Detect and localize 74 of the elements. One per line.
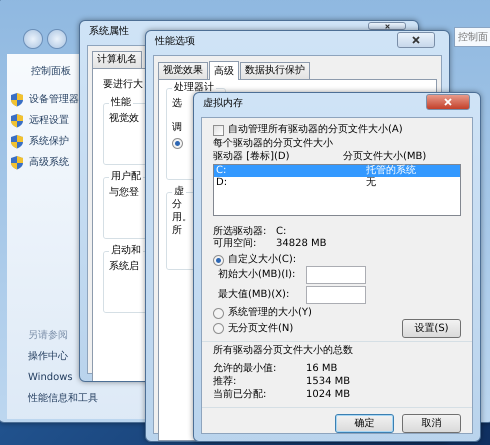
field-label: 当前已分配:	[213, 388, 268, 401]
column-header: 分页文件大小(MB)	[343, 151, 426, 163]
shield-icon	[10, 134, 24, 149]
group-text: 所	[172, 225, 182, 237]
field-value: 34828 MB	[276, 238, 326, 250]
radio-button[interactable]	[172, 138, 183, 149]
see-also-heading: 另请参阅	[28, 330, 68, 342]
field-label: 所选驱动器:	[213, 226, 268, 238]
input-field[interactable]	[306, 286, 366, 304]
group-text: 分	[172, 199, 182, 211]
group-text: 与您登	[109, 187, 139, 199]
home-link[interactable]: 控制面板	[31, 66, 71, 78]
group-title: 虚	[172, 186, 186, 198]
see-also-link[interactable]: Windows	[28, 372, 73, 384]
back-button[interactable]	[23, 29, 43, 49]
field-value: C:	[276, 226, 286, 238]
radio-button[interactable]	[213, 254, 224, 266]
field-value: 16 MB	[306, 362, 338, 375]
checkbox-label[interactable]: 自动管理所有驱动器的分页文件大小(A)	[228, 124, 403, 136]
tab[interactable]: 数据执行保护	[240, 62, 310, 79]
tab[interactable]: 高级	[209, 61, 239, 80]
close-icon	[412, 36, 420, 44]
group-title: 启动和	[109, 245, 143, 257]
field-label: 允许的最小值:	[213, 362, 278, 375]
task-link[interactable]: 设备管理器	[29, 94, 79, 106]
shield-icon	[10, 113, 24, 128]
settings-button[interactable]: 设置(S)	[402, 319, 461, 338]
field-label: 推荐:	[213, 375, 238, 388]
ok-button[interactable]: 确定	[335, 414, 394, 433]
field-value: 1534 MB	[306, 375, 350, 388]
intro-text: 要进行大	[103, 79, 143, 91]
group-text: 视觉效	[109, 113, 139, 125]
search-field[interactable]: 控制面	[454, 27, 490, 47]
shield-icon	[10, 92, 24, 107]
group-text: 调	[172, 122, 182, 134]
see-also-link[interactable]: 性能信息和工具	[28, 393, 98, 405]
checkbox[interactable]	[213, 124, 224, 136]
radio-button[interactable]	[213, 308, 224, 318]
close-icon	[384, 24, 390, 28]
group-title: 用户配	[109, 171, 143, 183]
section-heading: 每个驱动器的分页文件大小	[213, 138, 333, 150]
group-text: 系统启	[109, 261, 139, 273]
task-link[interactable]: 高级系统	[29, 156, 69, 168]
field-label: 最大值(MB)(X):	[217, 289, 290, 301]
group-title: 处理器计	[172, 82, 216, 94]
close-button[interactable]	[426, 94, 470, 110]
field-value: 1024 MB	[306, 388, 350, 401]
window-title: 性能选项	[155, 36, 195, 48]
tab[interactable]: 计算机名	[92, 51, 142, 68]
tab[interactable]: 视觉效果	[158, 62, 208, 79]
radio-label[interactable]: 无分页文件(N)	[228, 322, 294, 334]
list-row[interactable]: D: 无	[214, 177, 460, 189]
see-also-link[interactable]: 操作中心	[28, 351, 68, 363]
shield-icon	[10, 155, 24, 170]
task-link[interactable]: 远程设置	[29, 114, 69, 126]
window-title: 系统属性	[89, 26, 129, 38]
task-link[interactable]: 系统保护	[29, 136, 69, 148]
close-button[interactable]	[397, 32, 435, 48]
forward-button[interactable]	[47, 29, 67, 49]
radio-label[interactable]: 系统管理的大小(Y)	[228, 307, 312, 319]
close-icon	[444, 98, 452, 106]
section-heading: 所有驱动器分页文件大小的总数	[213, 345, 353, 357]
close-button[interactable]	[368, 22, 406, 30]
group-text: 用。	[172, 212, 192, 224]
input-field[interactable]	[306, 266, 366, 284]
field-label: 可用空间:	[213, 238, 258, 250]
group-title: 性能	[109, 97, 133, 109]
radio-button[interactable]	[213, 323, 224, 334]
radio-label[interactable]: 自定义大小(C):	[228, 254, 296, 266]
field-label: 初始大小(MB)(I):	[217, 269, 296, 281]
column-header: 驱动器 [卷标](D)	[213, 151, 290, 163]
cancel-button[interactable]: 取消	[402, 414, 461, 433]
group-text: 选	[172, 98, 182, 110]
window-title: 虚拟内存	[203, 98, 243, 110]
